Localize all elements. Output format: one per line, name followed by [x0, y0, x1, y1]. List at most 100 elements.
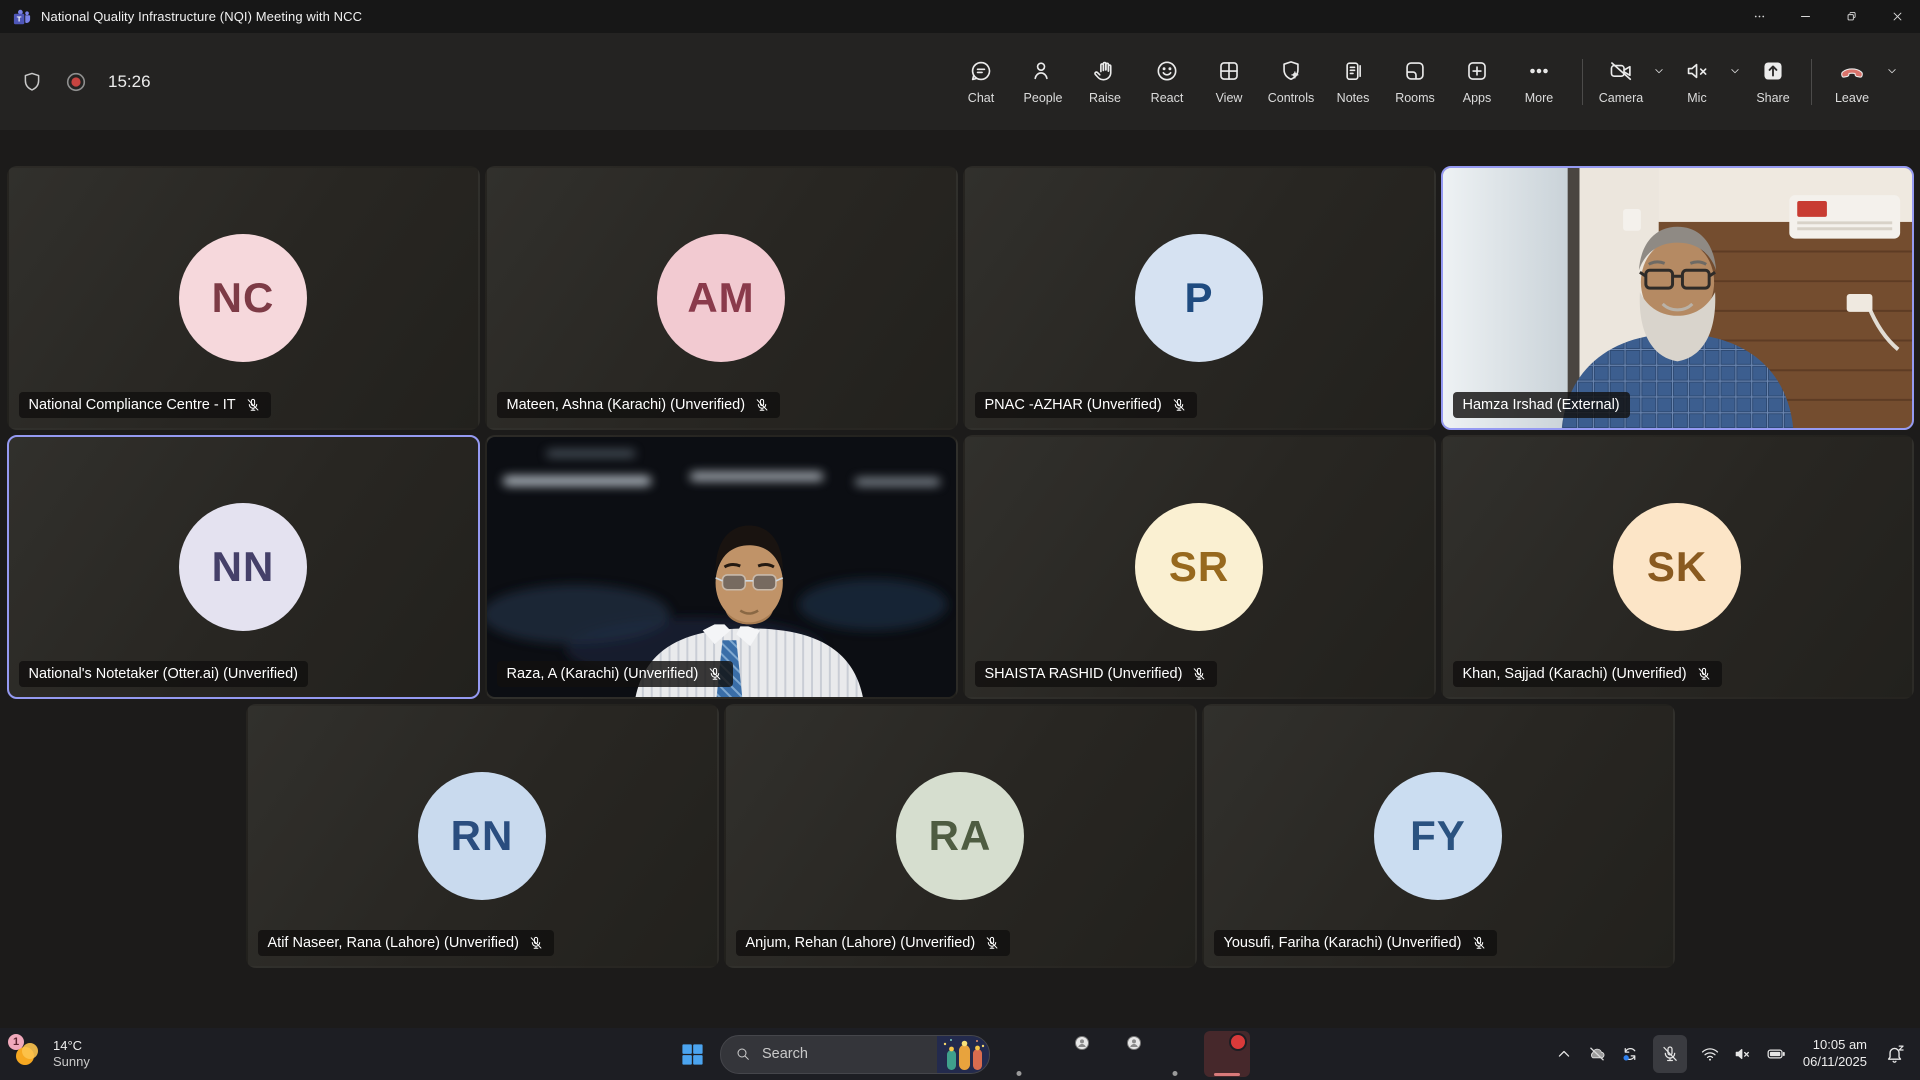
taskbar-app-file-explorer[interactable] — [996, 1031, 1042, 1077]
participant-name-pill: Raza, A (Karachi) (Unverified) — [497, 661, 734, 687]
taskbar-app-teams[interactable]: T — [1204, 1031, 1250, 1077]
participant-tile[interactable]: Hamza Irshad (External) — [1441, 166, 1914, 430]
share-icon — [1760, 58, 1786, 84]
svg-text:T: T — [17, 14, 22, 23]
meeting-timer: 15:26 — [108, 72, 151, 92]
chat-icon — [968, 58, 994, 84]
toolbar-button-label: Share — [1756, 91, 1789, 105]
participant-name-pill: Hamza Irshad (External) — [1453, 392, 1630, 418]
participant-tile[interactable]: NC National Compliance Centre - IT — [7, 166, 480, 430]
toolbar-notes-button[interactable]: Notes — [1322, 52, 1384, 111]
window-more-button[interactable] — [1736, 0, 1782, 33]
start-button[interactable] — [670, 1032, 714, 1076]
window-restore-button[interactable] — [1828, 0, 1874, 33]
more-icon — [1526, 58, 1552, 84]
shield-icon — [20, 70, 44, 94]
participant-name-pill: Anjum, Rehan (Lahore) (Unverified) — [736, 930, 1011, 956]
toolbar-more-button[interactable]: More — [1508, 52, 1570, 111]
toolbar-rooms-button[interactable]: Rooms — [1384, 52, 1446, 111]
toolbar-react-button[interactable]: React — [1136, 52, 1198, 111]
participant-avatar: SK — [1613, 503, 1741, 631]
mic-off-icon — [245, 397, 261, 413]
window-titlebar: T National Quality Infrastructure (NQI) … — [0, 0, 1920, 33]
toolbar-controls-button[interactable]: Controls — [1260, 52, 1322, 111]
toolbar-button-label: People — [1024, 91, 1063, 105]
mic-dropdown-chevron[interactable] — [1723, 52, 1747, 78]
taskbar-app-chrome-profile-2[interactable] — [1100, 1031, 1146, 1077]
tray-mic-muted-button[interactable] — [1653, 1035, 1687, 1073]
weather-badge: 1 — [8, 1034, 24, 1050]
participant-tile[interactable]: AM Mateen, Ashna (Karachi) (Unverified) — [485, 166, 958, 430]
weather-widget[interactable]: 1 14°C Sunny — [0, 1037, 90, 1071]
running-app-indicator — [1017, 1071, 1022, 1076]
participant-tile[interactable]: RA Anjum, Rehan (Lahore) (Unverified) — [724, 704, 1197, 968]
toolbar-share-button[interactable]: Share — [1747, 52, 1799, 111]
weather-condition: Sunny — [53, 1054, 90, 1070]
window-minimize-button[interactable] — [1782, 0, 1828, 33]
tray-time: 10:05 am — [1813, 1037, 1867, 1054]
weather-temperature: 14°C — [53, 1038, 90, 1054]
tile-row: RN Atif Naseer, Rana (Lahore) (Unverifie… — [246, 704, 1675, 968]
participant-name: National's Notetaker (Otter.ai) (Unverif… — [29, 666, 299, 682]
toolbar-raise-button[interactable]: Raise — [1074, 52, 1136, 111]
toolbar-leave-button[interactable]: Leave — [1824, 52, 1880, 111]
participant-avatar: RN — [418, 772, 546, 900]
hamza-video-frame — [1443, 168, 1912, 428]
controls-icon — [1278, 58, 1304, 84]
participant-tile[interactable]: NN National's Notetaker (Otter.ai) (Unve… — [7, 435, 480, 699]
toolbar-chat-button[interactable]: Chat — [950, 52, 1012, 111]
leave-dropdown-chevron[interactable] — [1880, 52, 1904, 78]
people-icon — [1030, 58, 1056, 84]
onedrive-paused-icon[interactable] — [1587, 1044, 1607, 1064]
toolbar-camera-button[interactable]: Camera — [1595, 52, 1647, 111]
sync-icon[interactable] — [1620, 1044, 1640, 1064]
participant-name-pill: Atif Naseer, Rana (Lahore) (Unverified) — [258, 930, 554, 956]
taskbar-app-chrome-profile-1[interactable] — [1048, 1031, 1094, 1077]
leave-control-group: Leave — [1824, 52, 1904, 111]
toolbar-view-button[interactable]: View — [1198, 52, 1260, 111]
search-input[interactable]: Search — [720, 1035, 990, 1074]
participant-tile[interactable]: SK Khan, Sajjad (Karachi) (Unverified) — [1441, 435, 1914, 699]
ellipsis-icon — [1752, 9, 1767, 24]
volume-muted-icon[interactable] — [1733, 1044, 1753, 1064]
toolbar-mic-button[interactable]: Mic — [1671, 52, 1723, 111]
participant-name-pill: SHAISTA RASHID (Unverified) — [975, 661, 1218, 687]
apps-icon — [1464, 58, 1490, 84]
taskbar-app-powerpoint[interactable]: P — [1152, 1031, 1198, 1077]
participant-tile[interactable]: P PNAC -AZHAR (Unverified) — [963, 166, 1436, 430]
camera-dropdown-chevron[interactable] — [1647, 52, 1671, 78]
notification-bell-dnd-icon[interactable] — [1884, 1043, 1906, 1065]
window-close-button[interactable] — [1874, 0, 1920, 33]
taskbar-clock[interactable]: 10:05 am 06/11/2025 — [1803, 1037, 1867, 1071]
share-control-group: Share — [1747, 52, 1799, 111]
participant-avatar: NN — [179, 503, 307, 631]
mic-off-icon — [754, 397, 770, 413]
raza-video-frame — [487, 437, 956, 697]
view-icon — [1216, 58, 1242, 84]
minimize-icon — [1798, 9, 1813, 24]
participant-name: Hamza Irshad (External) — [1463, 397, 1620, 413]
toolbar-button-label: More — [1525, 91, 1553, 105]
participant-tile[interactable]: FY Yousufi, Fariha (Karachi) (Unverified… — [1202, 704, 1675, 968]
participant-name: Mateen, Ashna (Karachi) (Unverified) — [507, 397, 746, 413]
participant-tile[interactable]: Raza, A (Karachi) (Unverified) — [485, 435, 958, 699]
chevron-down-icon — [1723, 64, 1747, 78]
chrome-profile-badge — [1075, 1036, 1089, 1050]
participant-tile[interactable]: SR SHAISTA RASHID (Unverified) — [963, 435, 1436, 699]
participant-name-pill: PNAC -AZHAR (Unverified) — [975, 392, 1197, 418]
participant-name-pill: National Compliance Centre - IT — [19, 392, 271, 418]
camera-off-icon — [1608, 58, 1634, 84]
tile-row: NN National's Notetaker (Otter.ai) (Unve… — [7, 435, 1914, 699]
wifi-icon[interactable] — [1700, 1044, 1720, 1064]
participant-name: Atif Naseer, Rana (Lahore) (Unverified) — [268, 935, 519, 951]
battery-icon[interactable] — [1766, 1044, 1786, 1064]
chevron-up-icon[interactable] — [1554, 1044, 1574, 1064]
camera-control-group: Camera — [1595, 52, 1671, 111]
close-icon — [1890, 9, 1905, 24]
mic-muted-icon — [1660, 1044, 1680, 1064]
leave-call-icon — [1839, 58, 1865, 84]
participant-tile[interactable]: RN Atif Naseer, Rana (Lahore) (Unverifie… — [246, 704, 719, 968]
toolbar-apps-button[interactable]: Apps — [1446, 52, 1508, 111]
toolbar-people-button[interactable]: People — [1012, 52, 1074, 111]
rooms-icon — [1402, 58, 1428, 84]
